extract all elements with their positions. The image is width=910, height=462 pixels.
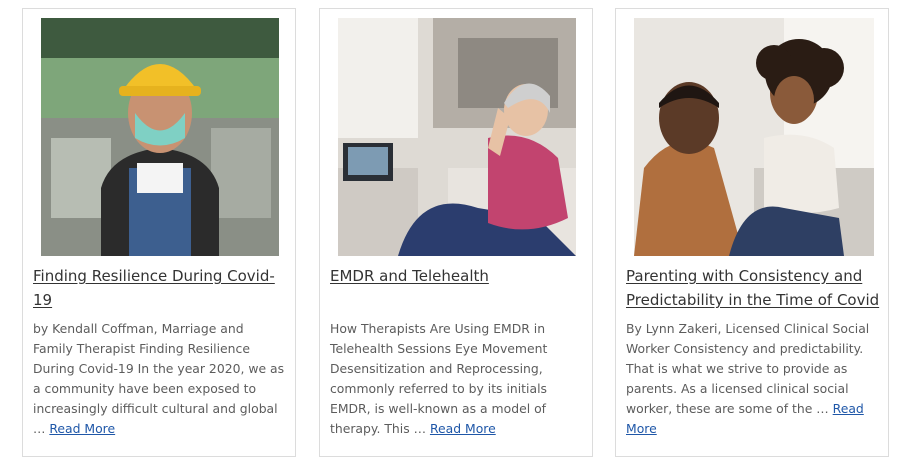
read-more-link[interactable]: Read More [430,421,496,436]
post-excerpt: How Therapists Are Using EMDR in Telehea… [330,319,582,439]
post-title-link[interactable]: Parenting with Consistency and Predictab… [626,264,880,312]
excerpt-text: by Kendall Coffman, Marriage and Family … [33,321,285,436]
telehealth-photo [338,18,576,256]
worker-photo [41,18,279,256]
post-thumbnail-image[interactable] [634,18,874,256]
post-excerpt: by Kendall Coffman, Marriage and Family … [33,319,285,439]
parent-child-photo [634,18,874,256]
read-more-link[interactable]: Read More [49,421,115,436]
post-card: Finding Resilience During Covid-19 by Ke… [22,8,296,457]
post-title-link[interactable]: Finding Resilience During Covid-19 [33,264,287,312]
post-thumbnail-image[interactable] [41,18,279,256]
post-card: Parenting with Consistency and Predictab… [615,8,889,457]
post-title-link[interactable]: EMDR and Telehealth [330,264,584,288]
post-thumbnail-image[interactable] [338,18,576,256]
post-excerpt: By Lynn Zakeri, Licensed Clinical Social… [626,319,878,439]
excerpt-text: How Therapists Are Using EMDR in Telehea… [330,321,548,436]
post-card: EMDR and Telehealth How Therapists Are U… [319,8,593,457]
